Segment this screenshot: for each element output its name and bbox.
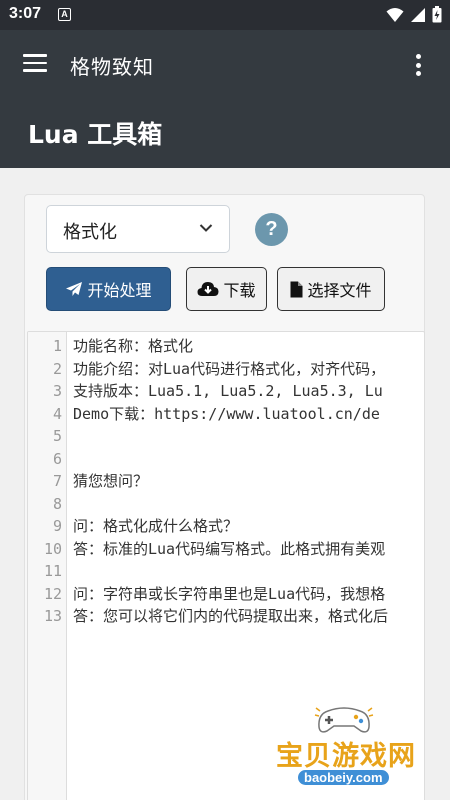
function-select[interactable]: 格式化 xyxy=(46,205,230,253)
download-button-label: 下载 xyxy=(223,281,256,300)
editor-line: 3 支持版本：Lua5.1, Lua5.2, Lua5.3, Lu xyxy=(52,382,383,400)
editor-line: 9 问：格式化成什么格式？ xyxy=(52,517,239,535)
status-icons xyxy=(386,6,442,23)
file-icon xyxy=(290,281,303,297)
editor-line: 12 问：字符串或长字符串里也是Lua代码，我想格 xyxy=(43,584,386,603)
editor-line: 7 猜您想问？ xyxy=(52,472,149,490)
editor-line: 2 功能介绍：对Lua代码进行格式化，对齐代码， xyxy=(52,359,386,378)
editor-line: 10 答：标准的Lua代码编写格式。此格式拥有美观 xyxy=(43,539,386,558)
chevron-down-icon xyxy=(199,224,213,232)
editor-line: 1 功能名称：格式化 xyxy=(52,337,194,355)
watermark-brand: 宝贝游戏网 xyxy=(276,741,416,772)
editor-line: 4 Demo下载：https://www.luatool.cn/de xyxy=(52,404,380,423)
download-button[interactable]: 下载 xyxy=(186,267,267,311)
editor-line: 13 答：您可以将它们内的代码提取出来，格式化后 xyxy=(43,607,389,625)
editor-line: 6 xyxy=(52,449,62,468)
wifi-icon xyxy=(386,7,404,22)
choose-file-button-label: 选择文件 xyxy=(307,281,372,300)
watermark-logo: 宝贝游戏网 baobeiy.com xyxy=(270,700,420,790)
app-bar: 格物致知 xyxy=(0,30,450,100)
help-icon[interactable]: ? xyxy=(255,213,288,246)
page-header: Lua 工具箱 xyxy=(0,100,450,168)
function-select-value: 格式化 xyxy=(63,222,117,243)
notification-icon: A xyxy=(58,8,71,21)
editor-line: 5 xyxy=(52,427,62,445)
editor-line: 8 xyxy=(52,494,62,513)
start-button[interactable]: 开始处理 xyxy=(46,267,171,311)
cloud-download-icon xyxy=(197,282,219,296)
battery-icon xyxy=(432,6,442,23)
choose-file-button[interactable]: 选择文件 xyxy=(277,267,385,311)
signal-icon xyxy=(411,7,425,22)
status-time: 3:07 xyxy=(9,5,42,22)
hamburger-menu-icon[interactable] xyxy=(23,54,47,74)
start-button-label: 开始处理 xyxy=(87,281,152,300)
app-title: 格物致知 xyxy=(70,55,154,79)
editor-line: 11 xyxy=(43,562,62,580)
watermark-url: baobeiy.com xyxy=(298,770,389,785)
gamepad-icon xyxy=(314,707,374,733)
send-icon xyxy=(66,282,83,296)
status-bar: 3:07 A xyxy=(0,0,450,30)
page-title: Lua 工具箱 xyxy=(28,120,163,149)
more-options-icon[interactable] xyxy=(414,52,422,78)
